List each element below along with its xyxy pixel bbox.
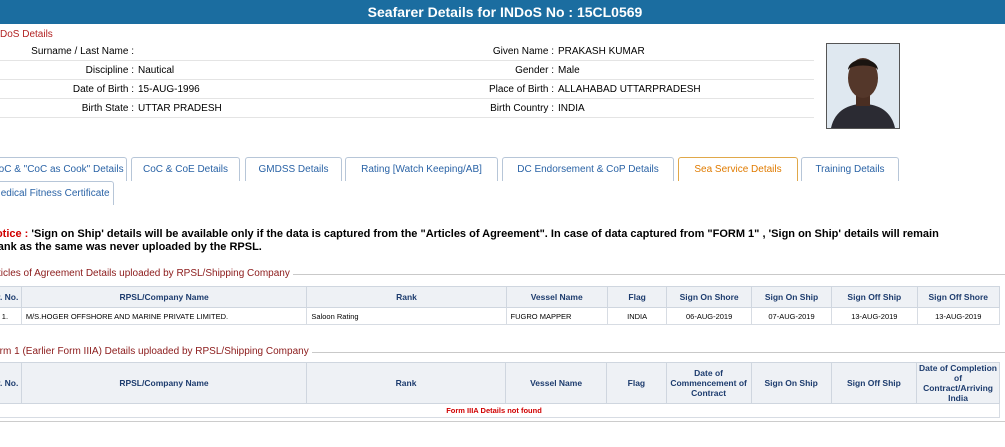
- bottom-divider: [0, 421, 1005, 422]
- col-rank: Rank: [306, 286, 507, 308]
- given-name-value: PRAKASH KUMAR: [554, 42, 814, 61]
- tab-medical-fitness[interactable]: Medical Fitness Certificate: [0, 181, 114, 205]
- surname-label: Surname / Last Name :: [0, 42, 134, 61]
- cell-sign-on-shore: 06-AUG-2019: [666, 307, 752, 325]
- form1-header-row: Sr. No. RPSL/Company Name Rank Vessel Na…: [0, 362, 1000, 404]
- cell-sign-on-ship: 07-AUG-2019: [750, 307, 833, 325]
- form1-table: Sr. No. RPSL/Company Name Rank Vessel Na…: [0, 362, 1000, 418]
- page-title: Seafarer Details for INDoS No : 15CL0569: [367, 4, 643, 20]
- notice-text-line2: blank as the same was never uploaded by …: [0, 241, 262, 253]
- discipline-value: Nautical: [134, 60, 474, 80]
- col-flag: Flag: [606, 362, 667, 404]
- articles-header-row: Sr. No. RPSL/Company Name Rank Vessel Na…: [0, 286, 1000, 308]
- gender-label: Gender :: [474, 60, 554, 80]
- col-sr-no: Sr. No.: [0, 286, 22, 308]
- col-company-name: RPSL/Company Name: [20, 286, 308, 308]
- tab-sea-service[interactable]: Sea Service Details: [678, 157, 798, 181]
- col-sign-off-shore: Sign Off Shore: [916, 286, 1000, 308]
- birth-state-value: UTTAR PRADESH: [134, 98, 474, 118]
- indos-section-title: INDoS Details: [0, 29, 53, 40]
- person-photo-icon: [827, 44, 899, 128]
- col-sign-on-ship: Sign On Ship: [750, 362, 832, 404]
- details-row: Birth State : UTTAR PRADESH Birth Countr…: [0, 98, 814, 118]
- articles-fieldset: Articles of Agreement Details uploaded b…: [0, 268, 1005, 325]
- form1-fieldset: Form 1 (Earlier Form IIIA) Details uploa…: [0, 346, 1005, 421]
- personal-details-table: Surname / Last Name : Given Name : PRAKA…: [0, 42, 814, 118]
- details-row: Discipline : Nautical Gender : Male: [0, 60, 814, 80]
- pob-label: Place of Birth :: [474, 79, 554, 99]
- dob-label: Date of Birth :: [0, 79, 134, 99]
- col-flag: Flag: [606, 286, 668, 308]
- tab-coc-coe[interactable]: CoC & CoE Details: [131, 157, 240, 181]
- col-sign-on-ship: Sign On Ship: [750, 286, 833, 308]
- articles-legend: Articles of Agreement Details uploaded b…: [0, 268, 293, 279]
- tab-coc-cook[interactable]: CoC & "CoC as Cook" Details: [0, 157, 127, 181]
- col-sign-on-shore: Sign On Shore: [666, 286, 752, 308]
- details-row: Date of Birth : 15-AUG-1996 Place of Bir…: [0, 79, 814, 99]
- notice-text-line1: 'Sign on Ship' details will be available…: [28, 228, 939, 240]
- page-title-bar: Seafarer Details for INDoS No : 15CL0569: [0, 0, 1005, 24]
- table-row: 1. M/S.HOGER OFFSHORE AND MARINE PRIVATE…: [0, 307, 1000, 325]
- cell-vessel-name: FUGRO MAPPER: [505, 307, 608, 325]
- cell-rank: Saloon Rating: [306, 307, 507, 325]
- cell-sign-off-ship: 13-AUG-2019: [831, 307, 918, 325]
- gender-value: Male: [554, 60, 814, 80]
- col-sr-no: Sr. No.: [0, 362, 22, 404]
- col-vessel-name: Vessel Name: [504, 362, 608, 404]
- tab-gmdss[interactable]: GMDSS Details: [245, 157, 342, 181]
- details-row: Surname / Last Name : Given Name : PRAKA…: [0, 42, 814, 61]
- pob-value: ALLAHABAD UTTARPRADESH: [554, 79, 814, 99]
- col-commencement-date: Date of Commencement of Contract: [665, 362, 752, 404]
- birth-country-value: INDIA: [554, 98, 814, 118]
- discipline-label: Discipline :: [0, 60, 134, 80]
- surname-value: [134, 42, 474, 61]
- notice-prefix: Notice :: [0, 228, 29, 240]
- cell-flag: INDIA: [606, 307, 668, 325]
- col-sign-off-ship: Sign Off Ship: [830, 362, 918, 404]
- col-vessel-name: Vessel Name: [505, 286, 608, 308]
- given-name-label: Given Name :: [474, 42, 554, 61]
- col-company-name: RPSL/Company Name: [20, 362, 308, 404]
- col-sign-off-ship: Sign Off Ship: [831, 286, 918, 308]
- dob-value: 15-AUG-1996: [134, 79, 474, 99]
- tab-dc-endorsement[interactable]: DC Endorsement & CoP Details: [502, 157, 674, 181]
- tab-training[interactable]: Training Details: [801, 157, 899, 181]
- articles-table: Sr. No. RPSL/Company Name Rank Vessel Na…: [0, 286, 1000, 325]
- cell-sign-off-shore: 13-AUG-2019: [916, 307, 1000, 325]
- col-completion-date: Date of Completion of Contract/Arriving …: [916, 362, 1000, 404]
- form1-empty-row: Form IIIA Details not found: [0, 403, 1000, 418]
- tab-rating-watch-keeping[interactable]: Rating [Watch Keeping/AB]: [345, 157, 498, 181]
- cell-company-name: M/S.HOGER OFFSHORE AND MARINE PRIVATE LI…: [20, 307, 308, 325]
- form1-not-found-message: Form IIIA Details not found: [0, 403, 1000, 418]
- seafarer-photo: [826, 43, 900, 129]
- birth-country-label: Birth Country :: [474, 98, 554, 118]
- birth-state-label: Birth State :: [0, 98, 134, 118]
- cell-sr-no: 1.: [0, 307, 22, 325]
- sign-on-ship-notice: Notice : 'Sign on Ship' details will be …: [0, 228, 1005, 254]
- form1-legend: Form 1 (Earlier Form IIIA) Details uploa…: [0, 346, 312, 357]
- col-rank: Rank: [306, 362, 506, 404]
